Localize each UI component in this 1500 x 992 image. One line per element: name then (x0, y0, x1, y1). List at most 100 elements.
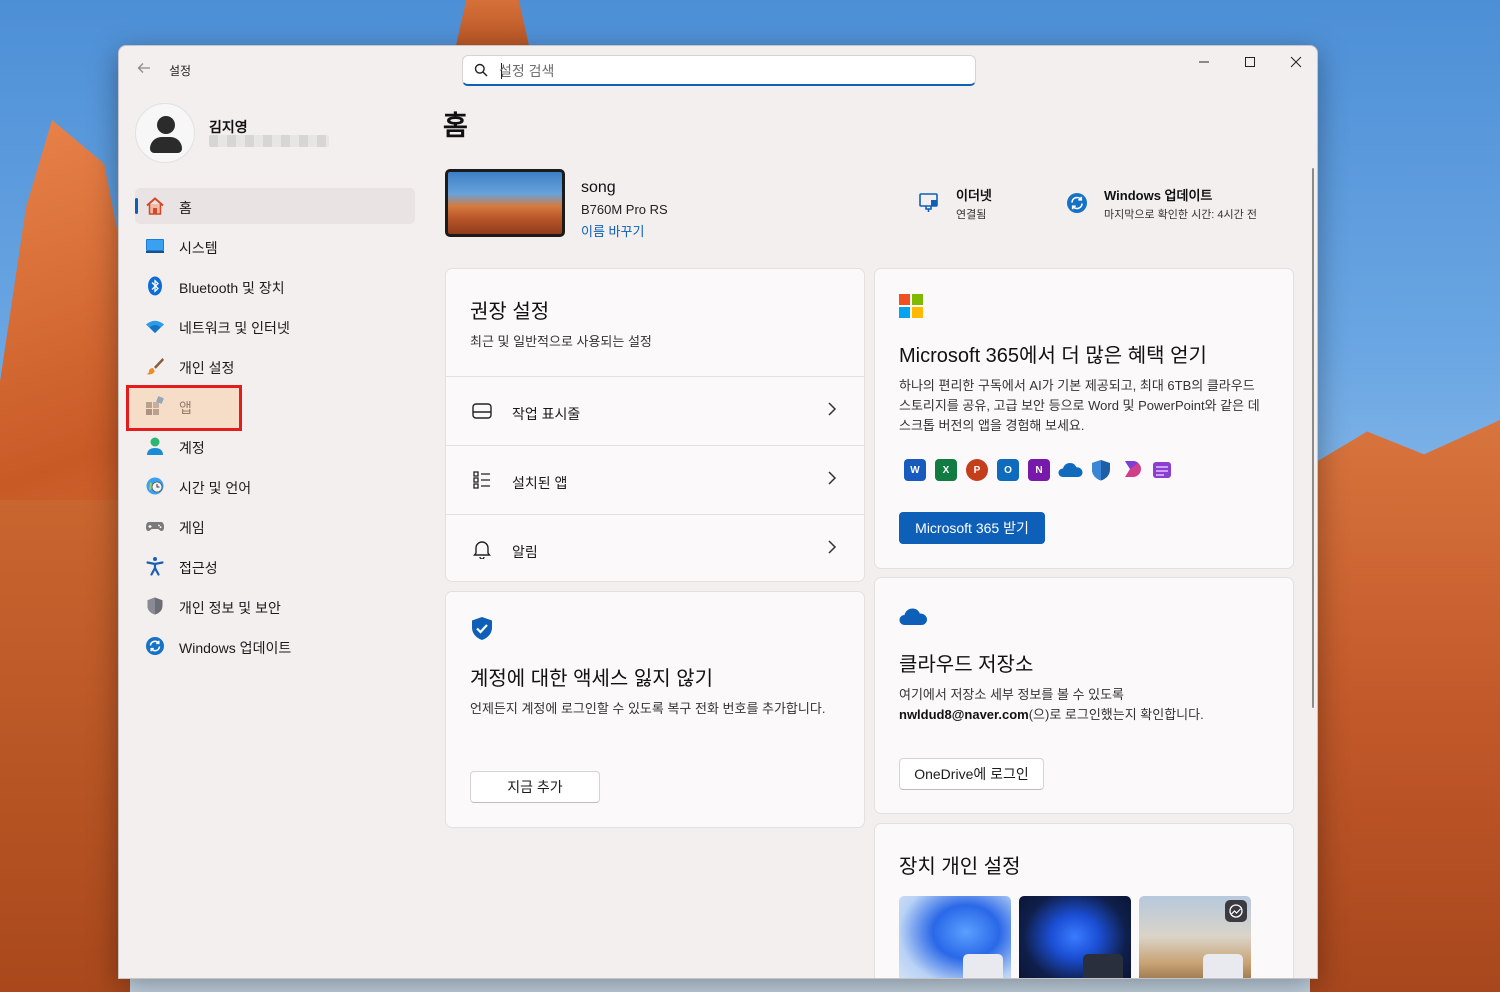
close-button[interactable] (1273, 46, 1317, 78)
theme-badge (1225, 900, 1247, 922)
ethernet-icon (919, 193, 938, 212)
home-icon (146, 197, 164, 215)
sidebar-item-label: Bluetooth 및 장치 (179, 280, 285, 296)
sidebar-item-gaming[interactable]: 게임 (135, 508, 415, 544)
onedrive-icon (1058, 463, 1083, 477)
maximize-button[interactable] (1227, 46, 1273, 78)
profile-email-redacted (209, 135, 329, 147)
theme-preview-window (963, 954, 1003, 978)
update-icon (146, 637, 164, 655)
theme-landscape[interactable] (1139, 896, 1251, 978)
card-subtitle: 최근 및 일반적으로 사용되는 설정 (470, 334, 652, 349)
sidebar-item-bluetooth[interactable]: Bluetooth 및 장치 (135, 268, 415, 304)
profile-name: 김지영 (209, 119, 248, 135)
shield-icon (147, 597, 163, 615)
system-icon (146, 239, 164, 253)
accessibility-icon (146, 557, 164, 576)
device-name: song (581, 179, 616, 196)
card-body: 언제든지 계정에 로그인할 수 있도록 복구 전화 번호를 추가합니다. (470, 701, 826, 716)
ethernet-status-title: 이더넷 (956, 188, 992, 203)
powerpoint-icon: P (966, 459, 988, 481)
microsoft-logo-icon (899, 294, 923, 318)
account-icon (147, 437, 163, 455)
sidebar-item-label: 홈 (179, 200, 192, 216)
wallpaper-rock-top (455, 0, 530, 50)
back-button[interactable] (133, 60, 155, 80)
card-body-line1: 여기에서 저장소 세부 정보를 볼 수 있도록 (899, 687, 1124, 702)
recommended-item-label: 설치된 앱 (512, 475, 568, 491)
installed-apps-icon (473, 471, 490, 489)
onedrive-signin-button[interactable]: OneDrive에 로그인 (899, 758, 1044, 790)
minimize-button[interactable] (1181, 46, 1227, 78)
scrollbar[interactable] (1312, 168, 1314, 708)
device-thumbnail[interactable] (445, 169, 565, 237)
search-box[interactable] (462, 55, 976, 86)
sidebar-item-accounts[interactable]: 계정 (135, 428, 415, 464)
close-icon (1290, 56, 1302, 68)
card-body-line2-suffix: (으)로 로그인했는지 확인합니다. (1028, 707, 1204, 722)
get-microsoft-365-button[interactable]: Microsoft 365 받기 (899, 512, 1045, 544)
card-title: Microsoft 365에서 더 많은 혜택 얻기 (899, 345, 1207, 367)
windows-update-status-sub: 마지막으로 확인한 시간: 4시간 전 (1104, 209, 1257, 221)
taskbar-icon (472, 403, 492, 419)
microsoft-365-card: Microsoft 365에서 더 많은 혜택 얻기 하나의 편리한 구독에서 … (874, 268, 1294, 569)
sidebar-item-label: Windows 업데이트 (179, 640, 292, 656)
account-email: nwldud8@naver.com (899, 707, 1029, 722)
avatar[interactable] (135, 103, 195, 163)
sidebar-item-label: 네트워크 및 인터넷 (179, 320, 290, 336)
maximize-icon (1245, 57, 1255, 67)
minimize-icon (1199, 61, 1209, 63)
word-icon: W (904, 459, 926, 481)
recommended-item-installed-apps[interactable]: 설치된 앱 (446, 445, 864, 514)
recommended-settings-card: 권장 설정 최근 및 일반적으로 사용되는 설정 작업 표시줄 설치된 앱 알림 (445, 268, 865, 582)
theme-light-bloom[interactable] (899, 896, 1011, 978)
onenote-icon: N (1028, 459, 1050, 481)
recommended-item-notifications[interactable]: 알림 (446, 514, 864, 583)
outlook-icon: O (997, 459, 1019, 481)
sidebar-item-privacy-security[interactable]: 개인 정보 및 보안 (135, 588, 415, 624)
theme-preview-window (1083, 954, 1123, 978)
highlight-apps-box (126, 385, 242, 431)
sidebar-item-system[interactable]: 시스템 (135, 228, 415, 264)
bluetooth-icon (148, 276, 162, 296)
sidebar-item-windows-update[interactable]: Windows 업데이트 (135, 628, 415, 664)
account-recovery-card: 계정에 대한 액세스 잃지 않기 언제든지 계정에 로그인할 수 있도록 복구 … (445, 591, 865, 828)
clipchamp-icon (1125, 461, 1141, 477)
defender-icon (1092, 460, 1110, 481)
rename-link[interactable]: 이름 바꾸기 (581, 221, 644, 240)
add-now-button[interactable]: 지금 추가 (470, 771, 600, 803)
brush-icon (146, 358, 164, 375)
sidebar-item-time-language[interactable]: 시간 및 언어 (135, 468, 415, 504)
cloud-storage-card: 클라우드 저장소 여기에서 저장소 세부 정보를 볼 수 있도록 nwldud8… (874, 577, 1294, 814)
sidebar-item-label: 개인 정보 및 보안 (179, 600, 281, 616)
recommended-item-taskbar[interactable]: 작업 표시줄 (446, 376, 864, 445)
app-title: 설정 (169, 64, 192, 78)
sidebar-item-accessibility[interactable]: 접근성 (135, 548, 415, 584)
card-body: 하나의 편리한 구독에서 AI가 기본 제공되고, 최대 6TB의 클라우드 스… (899, 378, 1260, 433)
gamepad-icon (146, 522, 164, 531)
windows-update-status-icon (1067, 193, 1087, 213)
sidebar-item-label: 시스템 (179, 240, 218, 256)
theme-preview-window (1203, 954, 1243, 978)
wallpaper-rock-right (1310, 420, 1500, 992)
sidebar-item-personalization[interactable]: 개인 설정 (135, 348, 415, 384)
sidebar-item-network[interactable]: 네트워크 및 인터넷 (135, 308, 415, 344)
theme-dark-bloom[interactable] (1019, 896, 1131, 978)
sidebar-item-home[interactable]: 홈 (135, 188, 415, 224)
card-title: 계정에 대한 액세스 잃지 않기 (470, 668, 714, 690)
recommended-item-label: 작업 표시줄 (512, 406, 581, 422)
excel-icon: X (935, 459, 957, 481)
sidebar-item-label: 개인 설정 (179, 360, 235, 376)
chevron-right-icon (828, 471, 837, 485)
avatar-body (150, 137, 182, 153)
page-title: 홈 (443, 111, 468, 141)
search-input[interactable] (499, 61, 959, 81)
theme-badge-icon (1229, 904, 1243, 918)
sidebar-item-label: 시간 및 언어 (179, 480, 252, 496)
network-icon (146, 320, 164, 333)
ethernet-status-sub: 연결됨 (956, 209, 987, 221)
device-model: B760M Pro RS (581, 202, 668, 217)
card-title: 장치 개인 설정 (899, 856, 1021, 878)
cloud-icon (899, 608, 927, 625)
card-title: 권장 설정 (470, 301, 550, 323)
